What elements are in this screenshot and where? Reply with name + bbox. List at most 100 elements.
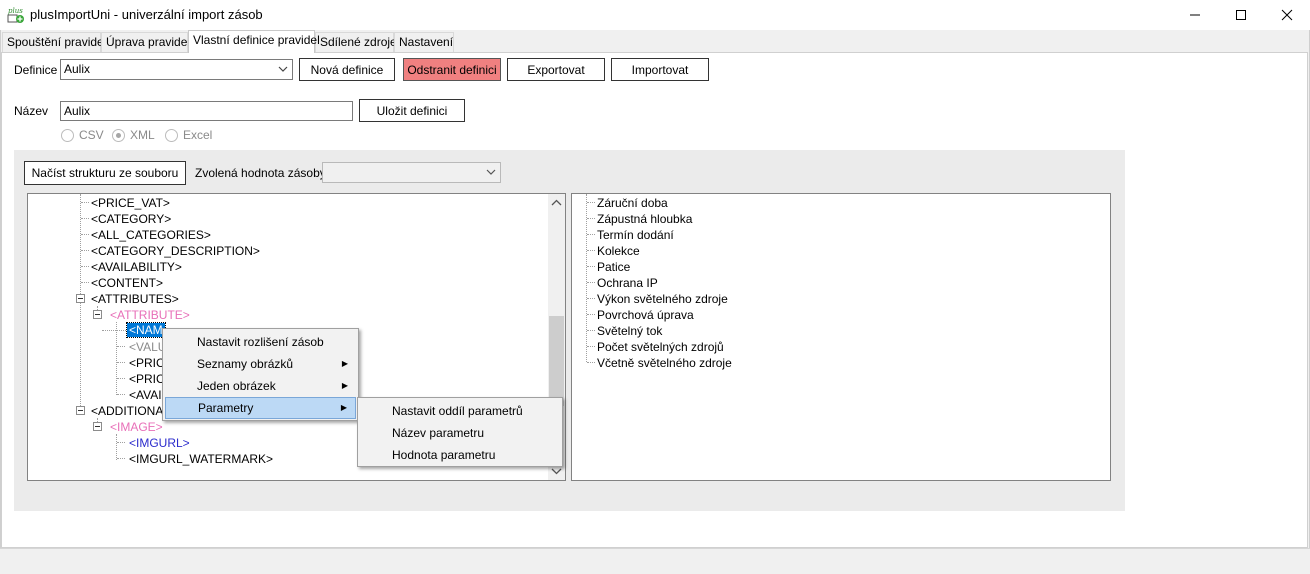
tree-node[interactable]: <IMGURL_WATERMARK>: [129, 452, 273, 466]
export-button[interactable]: Exportovat: [507, 58, 605, 81]
tree-connector: [587, 266, 595, 267]
tree-node[interactable]: <AVAILABILITY>: [91, 260, 182, 274]
tree-node[interactable]: <AVAI: [129, 388, 162, 402]
maximize-button[interactable]: [1218, 0, 1264, 30]
status-bar: [0, 548, 1310, 574]
scroll-down-icon[interactable]: [551, 467, 562, 475]
tree-connector: [117, 346, 125, 347]
app-icon: plus: [7, 6, 25, 24]
tree-connector: [587, 218, 595, 219]
menu-item-parameter-name[interactable]: Název parametru: [360, 422, 560, 444]
tree-node-image[interactable]: <IMAGE>: [110, 420, 163, 434]
tree-node[interactable]: <PRIC: [129, 372, 165, 386]
tree-connector: [587, 330, 595, 331]
import-button[interactable]: Importovat: [611, 58, 709, 81]
tab-nastaveni[interactable]: Nastavení: [394, 32, 454, 52]
collapse-icon[interactable]: [93, 310, 102, 319]
new-definition-button[interactable]: Nová definice: [299, 58, 395, 81]
tree-connector: [587, 298, 595, 299]
format-radio-label: CSV: [79, 128, 104, 142]
stock-value-label: Zvolená hodnota zásoby: [195, 166, 326, 180]
format-radio-excel[interactable]: Excel: [165, 128, 212, 142]
menu-item-parameters[interactable]: Parametry ▶: [165, 397, 356, 419]
collapse-icon[interactable]: [76, 406, 85, 415]
tree-node-attribute[interactable]: <ATTRIBUTE>: [110, 308, 190, 322]
stock-value-select[interactable]: [322, 162, 501, 183]
scrollbar-thumb[interactable]: [549, 316, 564, 406]
tree-connector: [117, 442, 125, 443]
menu-item-label: Nastavit rozlišení zásob: [197, 335, 324, 349]
definition-label: Definice: [14, 63, 58, 77]
parameter-list[interactable]: Záruční doba Zápustná hloubka Termín dodán…: [571, 193, 1111, 481]
tree-node[interactable]: <PRIC: [129, 356, 165, 370]
tree-connector: [81, 218, 89, 219]
close-button[interactable]: [1264, 0, 1310, 30]
tab-vlastni-definice-pravidel[interactable]: Vlastní definice pravidel: [188, 30, 320, 53]
chevron-down-icon: [278, 66, 288, 72]
tree-node[interactable]: <CATEGORY_DESCRIPTION>: [91, 244, 260, 258]
parameter-item[interactable]: Světelný tok: [597, 324, 662, 338]
parameter-item[interactable]: Ochrana IP: [597, 276, 658, 290]
parameter-item[interactable]: Patice: [597, 260, 630, 274]
tree-connector: [81, 266, 89, 267]
menu-item-label: Seznamy obrázků: [197, 357, 294, 371]
tree-node[interactable]: <ATTRIBUTES>: [91, 292, 179, 306]
radio-circle-checked: [112, 128, 125, 142]
menu-item-label: Parametry: [198, 401, 254, 415]
tree-guide: [80, 194, 81, 412]
tree-guide: [116, 434, 117, 460]
scroll-up-icon[interactable]: [551, 199, 562, 207]
parameter-item[interactable]: Kolekce: [597, 244, 640, 258]
tab-uprava-pravidel[interactable]: Úprava pravidel: [101, 32, 190, 52]
tree-connector: [587, 202, 595, 203]
tree-connector: [587, 346, 595, 347]
tree-connector: [587, 314, 595, 315]
format-radio-label: XML: [130, 128, 155, 142]
parameter-item[interactable]: Včetně světelného zdroje: [597, 356, 732, 370]
format-radio-csv[interactable]: CSV: [61, 128, 104, 142]
menu-item-parameter-value[interactable]: Hodnota parametru: [360, 444, 560, 466]
tree-node[interactable]: <ADDITIONAL: [91, 404, 170, 418]
radio-circle: [61, 128, 74, 142]
parameter-item[interactable]: Termín dodání: [597, 228, 674, 242]
name-input[interactable]: Aulix: [60, 101, 353, 121]
load-structure-button[interactable]: Načíst strukturu ze souboru: [24, 161, 186, 185]
tree-node[interactable]: <ALL_CATEGORIES>: [91, 228, 211, 242]
tree-connector: [587, 362, 595, 363]
menu-item-single-image[interactable]: Jeden obrázek ▶: [165, 375, 356, 397]
name-label: Název: [14, 104, 49, 118]
menu-item-label: Hodnota parametru: [392, 448, 496, 462]
tree-connector: [117, 394, 125, 395]
save-definition-button[interactable]: Uložit definici: [359, 99, 465, 122]
menu-item-label: Název parametru: [392, 426, 485, 440]
menu-item-set-parameter-section[interactable]: Nastavit oddíl parametrů: [360, 400, 560, 422]
menu-item-set-stock-resolution[interactable]: Nastavit rozlišení zásob: [165, 331, 356, 353]
tree-node-imgurl[interactable]: <IMGURL>: [129, 436, 190, 450]
tree-connector: [102, 330, 126, 331]
parameter-item[interactable]: Počet světelných zdrojů: [597, 340, 724, 354]
parameter-item[interactable]: Zápustná hloubka: [597, 212, 692, 226]
tree-node[interactable]: <VALU: [129, 340, 166, 354]
window-title: plusImportUni - univerzální import zásob: [30, 7, 263, 22]
tab-sdilene-zdroje[interactable]: Sdílené zdroje: [315, 32, 397, 52]
submenu-arrow-icon: ▶: [340, 403, 347, 412]
tree-node[interactable]: <CATEGORY>: [91, 212, 171, 226]
menu-item-image-lists[interactable]: Seznamy obrázků ▶: [165, 353, 356, 375]
parameter-item[interactable]: Povrchová úprava: [597, 308, 694, 322]
tree-connector: [81, 234, 89, 235]
collapse-icon[interactable]: [93, 422, 102, 431]
tab-spousteni-pravidel[interactable]: Spouštění pravidel: [2, 32, 106, 52]
definition-select[interactable]: Aulix: [60, 59, 293, 80]
tree-node[interactable]: <PRICE_VAT>: [91, 196, 170, 210]
tree-node[interactable]: <CONTENT>: [91, 276, 163, 290]
delete-definition-button[interactable]: Odstranit definici: [403, 58, 501, 81]
minimize-button[interactable]: [1172, 0, 1218, 30]
tree-node-selected[interactable]: <NAM: [126, 322, 166, 338]
parameter-item[interactable]: Výkon světelného zdroje: [597, 292, 728, 306]
format-radio-xml[interactable]: XML: [112, 128, 155, 142]
tree-connector: [81, 250, 89, 251]
tree-connector: [117, 378, 125, 379]
collapse-icon[interactable]: [76, 294, 85, 303]
menu-item-label: Jeden obrázek: [197, 379, 276, 393]
parameter-item[interactable]: Záruční doba: [597, 196, 668, 210]
